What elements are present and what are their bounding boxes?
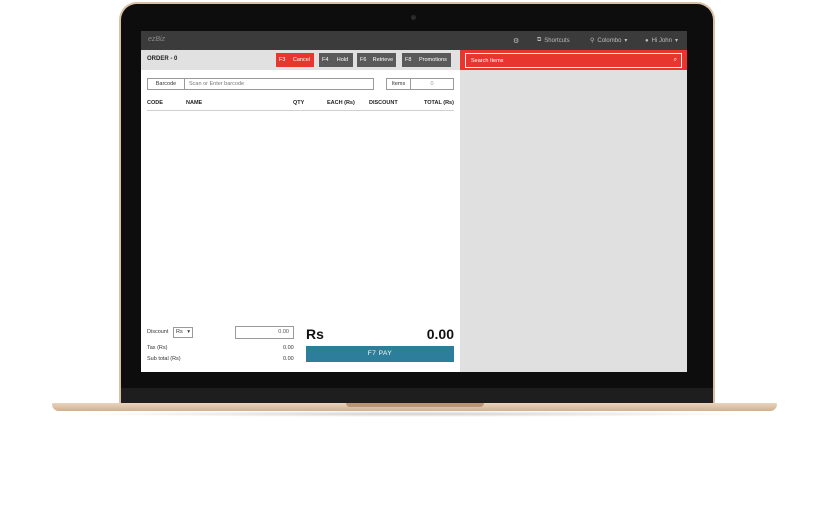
discount-label: Discount <box>147 329 169 335</box>
search-header: Search Items ⌕ <box>460 50 687 70</box>
caret-down-icon: ▾ <box>674 38 678 44</box>
external-link-icon: ⧉ <box>537 37 542 43</box>
column-header-each: EACH (Rs) <box>327 100 355 106</box>
shortcuts-link[interactable]: ⧉ Shortcuts <box>537 37 570 44</box>
column-header-total: TOTAL (Rs) <box>424 100 454 106</box>
order-panel: ORDER - 0 F3 Cancel F4 Hold F6 Retrieve … <box>141 50 460 372</box>
subtotal-label: Sub total (Rs) <box>147 356 181 362</box>
laptop-shadow <box>70 411 760 417</box>
map-pin-icon: ⚲ <box>590 38 595 44</box>
shortcuts-label: Shortcuts <box>544 37 570 44</box>
items-label: Items <box>386 78 411 90</box>
discount-unit-select[interactable]: Rs ▾ <box>173 327 193 338</box>
button-label: Retrieve <box>372 57 394 63</box>
order-header: ORDER - 0 F3 Cancel F4 Hold F6 Retrieve … <box>141 50 460 70</box>
currency-label: Rs <box>306 326 324 342</box>
shortcut-key: F8 <box>405 57 412 63</box>
barcode-input[interactable] <box>184 78 374 90</box>
settings-button[interactable]: ⚙ <box>513 37 519 45</box>
grand-total: 0.00 <box>426 326 454 342</box>
location-label: Colombo <box>597 37 622 44</box>
app-screen: ezBiz ⚙ ⧉ Shortcuts ⚲ Colombo ▾ ● Hi Joh… <box>141 31 687 372</box>
search-input[interactable]: Search Items <box>471 58 503 64</box>
search-box[interactable]: Search Items ⌕ <box>465 53 682 68</box>
order-title: ORDER - 0 <box>147 56 178 62</box>
tax-value: 0.00 <box>283 345 294 351</box>
search-icon[interactable]: ⌕ <box>674 57 677 64</box>
camera-icon <box>411 15 416 20</box>
user-menu[interactable]: ● Hi John ▾ <box>645 37 678 45</box>
shortcut-key: F6 <box>360 57 367 63</box>
caret-down-icon: ▾ <box>187 329 190 335</box>
top-navbar: ezBiz ⚙ ⧉ Shortcuts ⚲ Colombo ▾ ● Hi Joh… <box>141 31 687 50</box>
gear-icon: ⚙ <box>513 38 520 45</box>
cancel-button[interactable]: F3 Cancel <box>276 53 315 67</box>
subtotal-value: 0.00 <box>283 356 294 362</box>
laptop-notch <box>346 403 484 407</box>
column-header-code: CODE <box>147 100 163 106</box>
caret-down-icon: ▾ <box>624 38 628 44</box>
button-label: Promotions <box>419 57 447 63</box>
column-header-qty: QTY <box>293 100 305 106</box>
user-icon: ● <box>645 37 649 44</box>
location-dropdown[interactable]: ⚲ Colombo ▾ <box>590 37 628 45</box>
items-panel: Search Items ⌕ <box>460 50 687 372</box>
retrieve-button[interactable]: F6 Retrieve <box>357 53 397 67</box>
brand-logo: ezBiz <box>148 36 166 43</box>
table-divider <box>147 110 454 111</box>
user-label: Hi John <box>651 37 672 44</box>
laptop-chin <box>121 388 713 403</box>
button-label: Cancel <box>292 57 310 63</box>
shortcut-key: F4 <box>322 57 329 63</box>
column-header-discount: DISCOUNT <box>369 100 398 106</box>
items-count: 0 <box>410 78 454 90</box>
promotions-button[interactable]: F8 Promotions <box>402 53 452 67</box>
tax-label: Tax (Rs) <box>147 345 168 351</box>
discount-unit-value: Rs <box>176 329 183 335</box>
shortcut-key: F3 <box>279 57 286 63</box>
column-header-name: NAME <box>186 100 203 106</box>
pay-button[interactable]: F7 PAY <box>306 346 454 362</box>
barcode-label: Barcode <box>147 78 185 90</box>
button-label: Hold <box>336 57 349 63</box>
discount-input[interactable]: 0.00 <box>235 326 294 339</box>
hold-button[interactable]: F4 Hold <box>319 53 354 67</box>
